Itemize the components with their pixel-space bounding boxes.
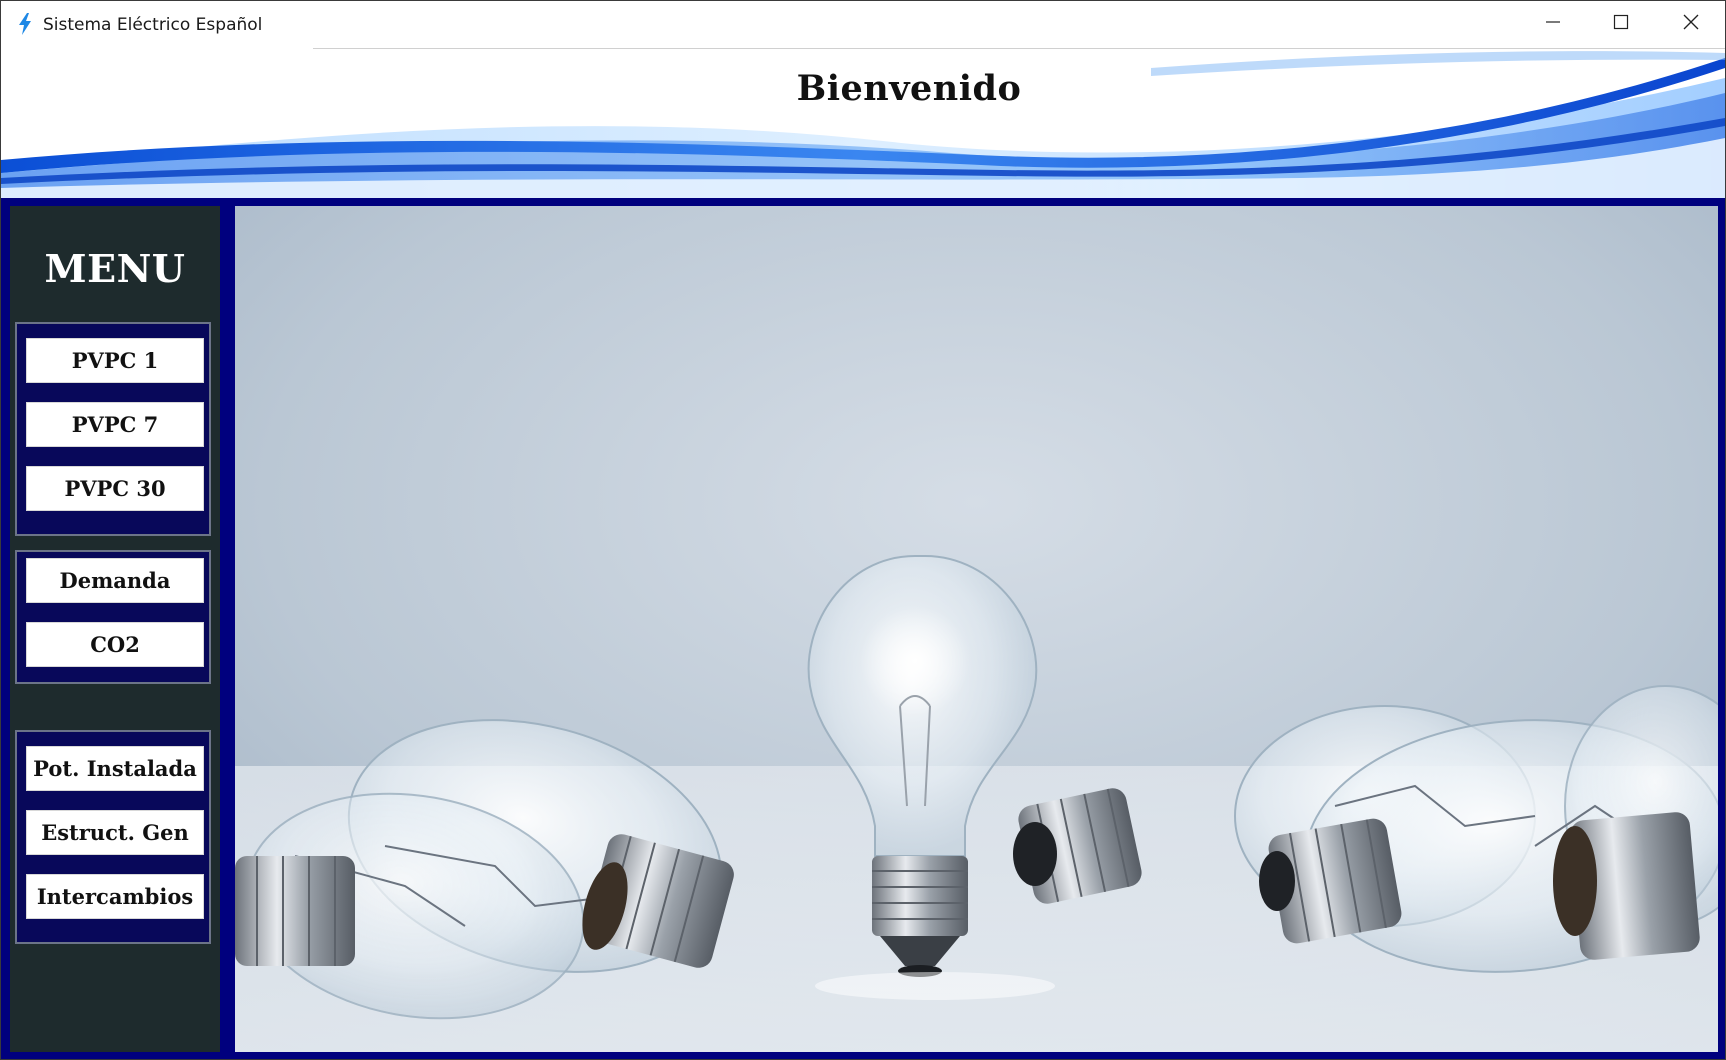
menu-title: MENU	[44, 246, 186, 291]
close-icon	[1683, 14, 1699, 35]
header-banner: Bienvenido	[1, 48, 1725, 198]
pvpc-30-button[interactable]: PVPC 30	[26, 466, 204, 511]
menu-group-generation: Pot. Instalada Estruct. Gen Intercambios	[15, 730, 211, 944]
app-window: Sistema Eléctrico Español Bienvenido MEN…	[0, 0, 1726, 1060]
close-button[interactable]	[1657, 1, 1725, 48]
title-bar[interactable]: Sistema Eléctrico Español	[1, 1, 1725, 48]
welcome-heading: Bienvenido	[796, 68, 1022, 109]
maximize-button[interactable]	[1587, 1, 1655, 48]
maximize-icon	[1613, 14, 1629, 35]
pot-instalada-button[interactable]: Pot. Instalada	[26, 746, 204, 791]
co2-button[interactable]: CO2	[26, 622, 204, 667]
window-title: Sistema Eléctrico Español	[43, 15, 263, 35]
menu-group-demand: Demanda CO2	[15, 550, 211, 684]
menu-group-pvpc: PVPC 1 PVPC 7 PVPC 30	[15, 322, 211, 536]
content-frame: MENU PVPC 1 PVPC 7 PVPC 30 Demanda CO2 P…	[1, 198, 1725, 1059]
pvpc-7-button[interactable]: PVPC 7	[26, 402, 204, 447]
sidebar-menu: MENU PVPC 1 PVPC 7 PVPC 30 Demanda CO2 P…	[10, 206, 220, 1052]
lightning-bolt-icon	[17, 13, 33, 35]
light-bulbs-photo	[235, 206, 1718, 1052]
estruct-gen-button[interactable]: Estruct. Gen	[26, 810, 204, 855]
minimize-icon	[1545, 14, 1561, 35]
minimize-button[interactable]	[1519, 1, 1587, 48]
demanda-button[interactable]: Demanda	[26, 558, 204, 603]
intercambios-button[interactable]: Intercambios	[26, 874, 204, 919]
pvpc-1-button[interactable]: PVPC 1	[26, 338, 204, 383]
